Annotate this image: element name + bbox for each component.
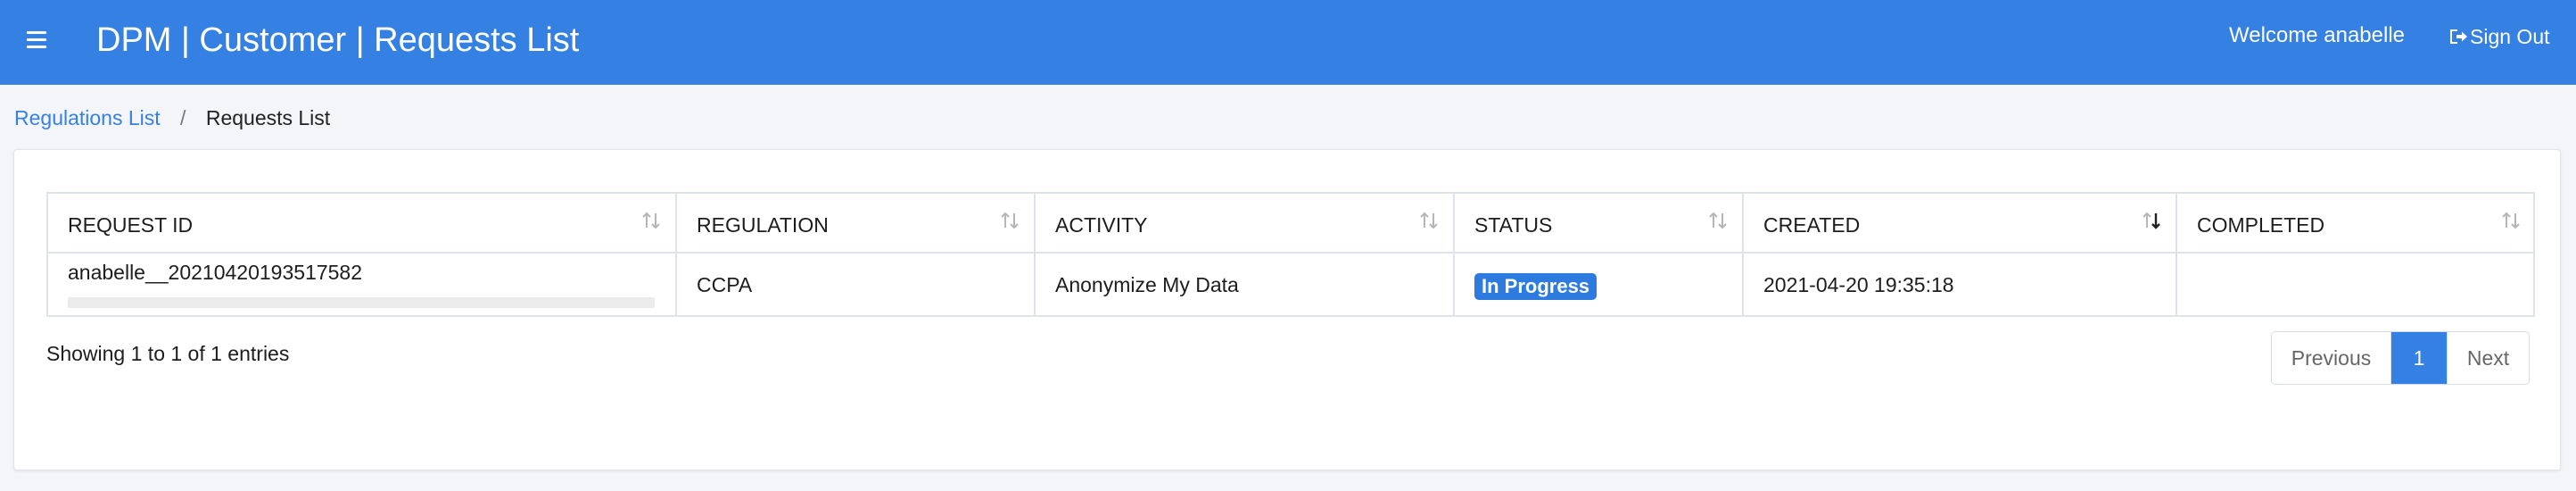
column-header-status[interactable]: STATUS	[1455, 194, 1744, 254]
status-badge: In Progress	[1474, 273, 1598, 300]
column-header-created[interactable]: CREATED	[1744, 194, 2177, 254]
app-title: DPM | Customer | Requests List	[96, 21, 580, 59]
welcome-text: Welcome anabelle	[2229, 23, 2406, 47]
cell-completed	[2177, 254, 2535, 317]
column-header-label: CREATED	[1763, 213, 1861, 237]
column-header-label: STATUS	[1474, 213, 1553, 237]
sign-out-link[interactable]: Sign Out	[2448, 23, 2550, 50]
breadcrumb-regulations-list-link[interactable]: Regulations List	[14, 106, 161, 129]
requests-table: REQUEST ID REGULATION ACTIVITY STATUS CR…	[46, 192, 2535, 317]
column-header-label: ACTIVITY	[1055, 213, 1148, 237]
column-header-regulation[interactable]: REGULATION	[677, 194, 1036, 254]
column-header-request-id[interactable]: REQUEST ID	[48, 194, 677, 254]
request-id-text: anabelle__20210420193517582	[68, 261, 363, 284]
cell-status: In Progress	[1455, 254, 1744, 317]
column-header-label: REQUEST ID	[68, 213, 194, 237]
hamburger-menu-icon[interactable]	[27, 31, 46, 49]
sign-out-label: Sign Out	[2470, 25, 2550, 48]
sort-icon[interactable]	[1708, 210, 1728, 231]
table-info-text: Showing 1 to 1 of 1 entries	[46, 342, 290, 365]
cell-request-id: anabelle__20210420193517582	[48, 254, 677, 317]
breadcrumb: Regulations List / Requests List	[14, 104, 330, 131]
cell-regulation: CCPA	[677, 254, 1036, 317]
column-header-activity[interactable]: ACTIVITY	[1036, 194, 1455, 254]
sort-descending-icon[interactable]	[2142, 210, 2161, 231]
cell-activity: Anonymize My Data	[1036, 254, 1455, 317]
sign-out-icon	[2450, 29, 2467, 44]
page-1-button[interactable]: 1	[2391, 332, 2447, 384]
previous-page-button[interactable]: Previous	[2272, 332, 2391, 384]
pagination: Previous 1 Next	[2271, 331, 2530, 385]
sort-icon[interactable]	[1419, 210, 1439, 231]
cell-created: 2021-04-20 19:35:18	[1744, 254, 2177, 317]
sort-icon[interactable]	[641, 210, 661, 231]
column-header-label: COMPLETED	[2197, 213, 2325, 237]
sort-icon[interactable]	[1000, 210, 1020, 231]
breadcrumb-separator: /	[180, 106, 186, 129]
activity-text: Anonymize My Data	[1055, 273, 1239, 296]
column-header-completed[interactable]: COMPLETED	[2177, 194, 2535, 254]
top-navbar: DPM | Customer | Requests List Welcome a…	[0, 0, 2576, 85]
sort-icon[interactable]	[2501, 210, 2521, 231]
next-page-button[interactable]: Next	[2447, 332, 2529, 384]
breadcrumb-current: Requests List	[205, 106, 331, 129]
column-header-label: REGULATION	[697, 213, 829, 237]
horizontal-scrollbar[interactable]	[68, 297, 655, 308]
regulation-text: CCPA	[697, 273, 753, 296]
created-text: 2021-04-20 19:35:18	[1763, 273, 1954, 296]
